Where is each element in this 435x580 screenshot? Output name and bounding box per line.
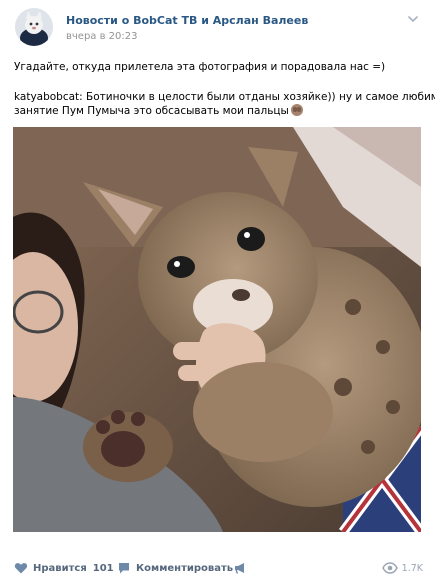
views-count: 1.7K [401,562,423,574]
author-avatar[interactable] [15,8,53,46]
post-actions-bar: Нравится 101 Комментировать 1.7K [0,558,435,580]
heart-icon [14,563,28,574]
post-text-line: Угадайте, откуда прилетела эта фотографи… [14,61,386,73]
comment-label: Комментировать [136,562,234,574]
bobcat-avatar-image [15,8,53,46]
post-author-link[interactable]: Новости о BobCat ТВ и Арслан Валеев [66,14,308,27]
megaphone-icon [235,563,244,574]
wall-post: Новости о BobCat ТВ и Арслан Валеев вчер… [0,0,435,580]
post-photo[interactable] [13,127,421,532]
see-no-evil-monkey-icon [290,104,303,116]
comment-button[interactable]: Комментировать [117,558,233,578]
cougar-cub-photo-image [13,127,421,532]
chevron-down-icon[interactable] [407,13,419,25]
post-text-line: katyabobcat: Ботиночки в целости были от… [14,91,435,103]
like-button[interactable]: Нравится 101 [14,558,114,578]
share-button[interactable] [233,558,247,578]
post-text-line: занятие Пум Пумыча это обсасывать мои па… [14,104,303,118]
eye-icon [381,562,398,574]
post-timestamp[interactable]: вчера в 20:23 [66,31,138,42]
like-label: Нравится [33,562,87,574]
speech-bubble-icon [119,563,129,574]
post-text-span: занятие Пум Пумыча это обсасывать мои па… [14,105,289,117]
like-count: 101 [92,562,114,574]
views-counter: 1.7K [381,558,423,578]
